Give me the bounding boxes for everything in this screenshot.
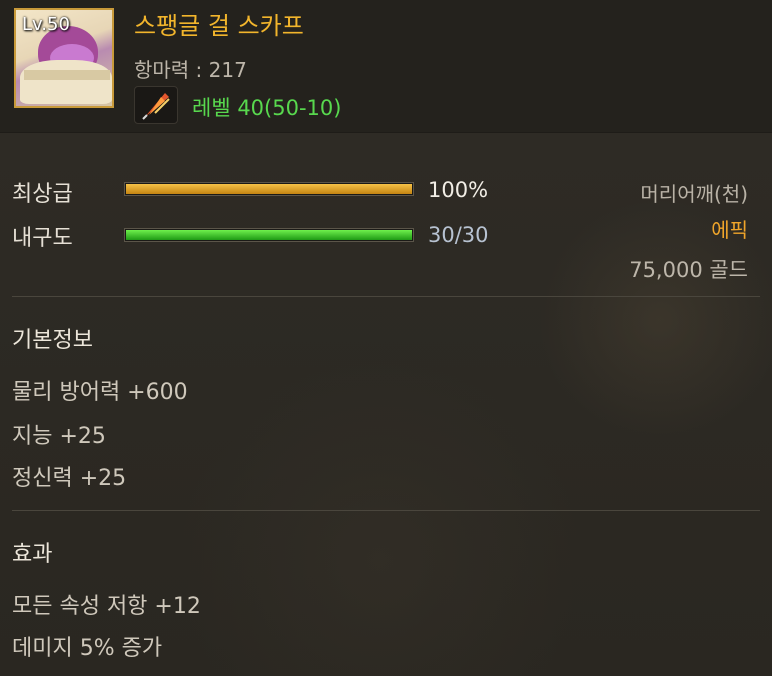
- durability-bar-fill: [126, 230, 412, 240]
- basic-info-line: 지능 +25: [12, 424, 106, 449]
- magic-resistance: 항마력 : 217: [134, 58, 247, 82]
- basic-info-line: 물리 방어력 +600: [12, 380, 188, 405]
- item-category: 머리어깨(천): [640, 182, 748, 206]
- divider: [12, 510, 760, 511]
- basic-info-line: 정신력 +25: [12, 466, 127, 491]
- scarf-band-shape: [24, 70, 110, 80]
- scarf-body-shape: [20, 60, 112, 104]
- item-level-badge: Lv.50: [22, 14, 70, 35]
- item-name: 스팽글 걸 스카프: [134, 12, 304, 40]
- effect-line: 데미지 5% 증가: [12, 636, 163, 661]
- item-rarity: 에픽: [711, 218, 748, 242]
- grade-label: 최상급: [12, 182, 73, 207]
- grade-value: 100%: [428, 178, 489, 202]
- effects-title: 효과: [12, 542, 53, 567]
- divider: [12, 296, 760, 297]
- item-price: 75,000 골드: [629, 258, 748, 282]
- grade-bar-fill: [126, 184, 412, 194]
- item-image-icon: Lv.50: [14, 8, 114, 108]
- durability-value: 30/30: [428, 223, 489, 247]
- effect-line: 모든 속성 저항 +12: [12, 594, 201, 619]
- durability-label: 내구도: [12, 226, 73, 251]
- grade-bar: [124, 182, 414, 196]
- feather-pen-icon: [134, 86, 178, 124]
- item-tooltip: Lv.50 스팽글 걸 스카프 항마력 : 217 레벨 40(50-10) 최…: [0, 0, 772, 676]
- durability-bar: [124, 228, 414, 242]
- required-level: 레벨 40(50-10): [192, 96, 342, 120]
- tooltip-header: Lv.50 스팽글 걸 스카프 항마력 : 217 레벨 40(50-10): [0, 0, 772, 133]
- basic-info-title: 기본정보: [12, 328, 93, 353]
- feather-pen-icon-svg: [142, 93, 170, 120]
